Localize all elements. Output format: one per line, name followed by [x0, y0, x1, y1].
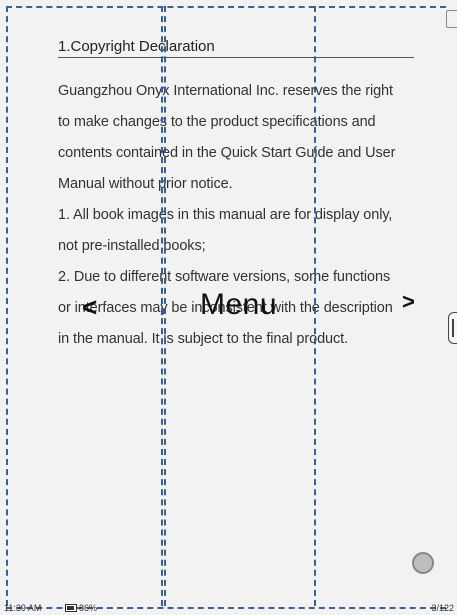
section-heading: 1.Copyright Declaration [58, 38, 414, 58]
battery-level: 86% [79, 603, 98, 613]
page-number: 3/122 [431, 603, 454, 613]
text-line: contents contained in the Quick Start Gu… [58, 145, 396, 161]
next-page-zone[interactable]: > [402, 289, 415, 315]
battery-status: 86% [65, 603, 97, 613]
zone-border-top [6, 6, 446, 8]
status-bar: 11:39 AM 86% 3/122 [0, 601, 457, 615]
text-line: Guangzhou Onyx International Inc. reserv… [58, 83, 393, 99]
zone-divider-left [161, 6, 163, 606]
text-line: to make changes to the product specifica… [58, 114, 376, 130]
reader-page: 1.Copyright Declaration Guangzhou Onyx I… [0, 0, 457, 615]
text-line: not pre-installed books; [58, 238, 206, 254]
zone-divider-left-inner [164, 6, 166, 606]
zone-divider-right [314, 6, 316, 606]
side-handle-icon[interactable] [448, 312, 457, 344]
menu-zone[interactable]: Menu [200, 288, 277, 322]
text-line: Manual without prior notice. [58, 176, 233, 192]
zone-border-left [6, 6, 8, 606]
floating-circle-button[interactable] [412, 552, 434, 574]
battery-icon [65, 604, 77, 612]
bookmark-icon[interactable] [446, 10, 457, 28]
text-line: 1. All book images in this manual are fo… [58, 207, 393, 223]
clock: 11:39 AM [4, 603, 42, 613]
previous-page-zone[interactable]: < [82, 292, 97, 323]
text-line: in the manual. It is subject to the fina… [58, 331, 348, 347]
